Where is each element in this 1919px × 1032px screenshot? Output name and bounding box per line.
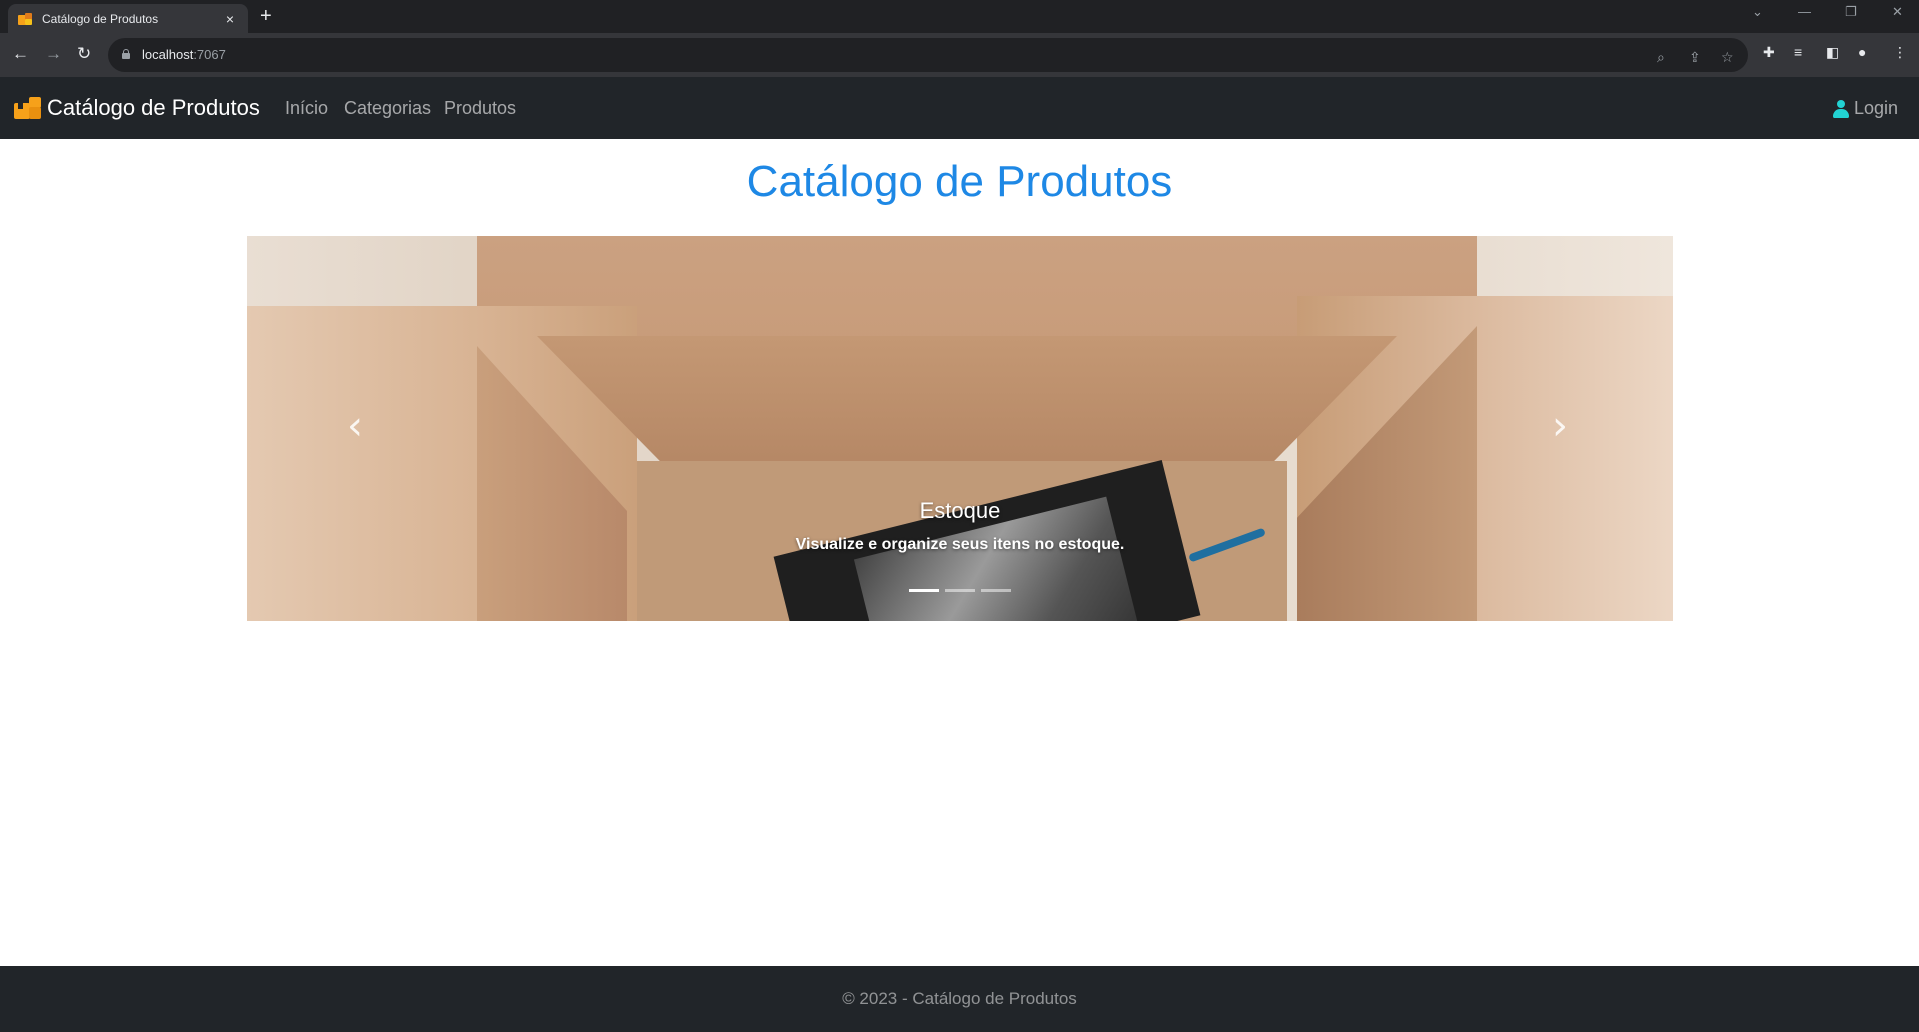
carousel-indicator[interactable] — [909, 589, 939, 592]
login-link[interactable]: Login — [1832, 98, 1898, 119]
share-icon[interactable]: ⇪ — [1689, 49, 1701, 66]
carousel-indicator[interactable] — [945, 589, 975, 592]
back-arrow-icon[interactable]: ← — [12, 45, 29, 63]
nav-link-inicio[interactable]: Início — [285, 98, 328, 119]
minimize-icon[interactable]: — — [1798, 4, 1811, 19]
footer-text: © 2023 - Catálogo de Produtos — [842, 989, 1077, 1008]
zoom-icon[interactable]: ⌕ — [1657, 49, 1665, 66]
extensions-icon[interactable]: ✚ — [1763, 44, 1775, 61]
carousel-indicators — [247, 589, 1673, 592]
nav-link-produtos[interactable]: Produtos — [444, 98, 516, 119]
favicon-boxes-icon — [18, 12, 32, 25]
tab-search-icon[interactable]: ⌄ — [1752, 4, 1763, 20]
side-panel-icon[interactable]: ◧ — [1826, 44, 1839, 61]
menu-icon[interactable]: ⋮ — [1893, 44, 1907, 61]
brand-text: Catálogo de Produtos — [47, 95, 260, 120]
carousel-indicator[interactable] — [981, 589, 1011, 592]
reload-icon[interactable]: ↻ — [77, 45, 91, 63]
lock-icon[interactable] — [122, 49, 130, 59]
forward-arrow-icon[interactable]: → — [45, 45, 62, 63]
tab-title: Catálogo de Produtos — [42, 11, 159, 26]
carousel-caption: Estoque Visualize e organize seus itens … — [247, 498, 1673, 554]
carousel: ‹ › Estoque Visualize e organize seus it… — [247, 236, 1673, 621]
address-bar[interactable]: localhost:7067 ⌕ ⇪ ☆ — [108, 38, 1748, 72]
user-icon — [1832, 99, 1849, 118]
browser-toolbar: ← → ↻ localhost:7067 ⌕ ⇪ ☆ ✚ ≡ ◧ ● ⋮ — [0, 33, 1919, 77]
close-window-icon[interactable]: ✕ — [1892, 4, 1903, 20]
reading-list-icon[interactable]: ≡ — [1794, 44, 1802, 60]
nav-link-categorias[interactable]: Categorias — [344, 98, 431, 119]
caption-text: Visualize e organize seus itens no estoq… — [795, 536, 1125, 553]
site-footer: © 2023 - Catálogo de Produtos — [0, 966, 1919, 1032]
browser-tabstrip: Catálogo de Produtos × + ⌄ — ❐ ✕ — [0, 0, 1919, 33]
page-title: Catálogo de Produtos — [746, 157, 1173, 206]
url-text: localhost:7067 — [142, 47, 226, 62]
caption-title: Estoque — [919, 498, 1001, 523]
boxes-icon — [14, 97, 41, 119]
new-tab-button[interactable]: + — [260, 6, 272, 26]
tab-close-button[interactable]: × — [222, 11, 238, 27]
browser-tab[interactable]: Catálogo de Produtos × — [8, 4, 248, 33]
chevron-right-icon[interactable]: › — [1552, 406, 1568, 446]
site-navbar: Catálogo de Produtos Início Categorias P… — [0, 77, 1919, 139]
brand-link[interactable]: Catálogo de Produtos — [14, 95, 260, 121]
login-label: Login — [1853, 98, 1898, 118]
chevron-left-icon[interactable]: ‹ — [347, 406, 363, 446]
restore-icon[interactable]: ❐ — [1845, 4, 1857, 20]
profile-icon[interactable]: ● — [1858, 44, 1866, 60]
star-icon[interactable]: ☆ — [1721, 49, 1734, 66]
